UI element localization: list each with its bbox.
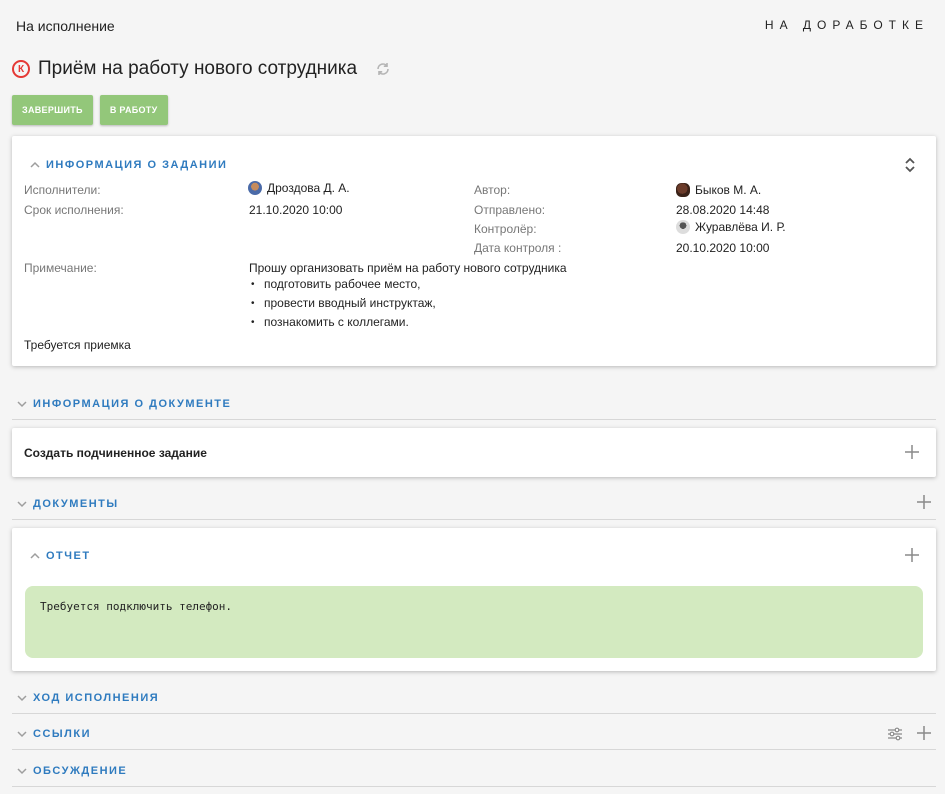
complete-button[interactable]: ЗАВЕРШИТЬ xyxy=(12,95,93,125)
report-message[interactable]: Требуется подключить телефон. xyxy=(25,586,923,658)
documents-section: ДОКУМЕНТЫ xyxy=(12,484,936,520)
author-value[interactable]: Быков М. А. xyxy=(676,183,761,197)
author-label: Автор: xyxy=(474,183,511,197)
note-intro: Прошу организовать приём на работу новог… xyxy=(249,261,567,275)
links-header[interactable]: ССЫЛКИ xyxy=(16,728,91,740)
executors-value[interactable]: Дроздова Д. А. xyxy=(248,181,350,195)
sent-value: 28.08.2020 14:48 xyxy=(676,203,770,217)
create-subtask-label: Создать подчиненное задание xyxy=(24,446,207,460)
author-name: Быков М. А. xyxy=(695,183,762,197)
executor-name: Дроздова Д. А. xyxy=(267,181,350,195)
deadline-label: Срок исполнения: xyxy=(24,203,124,217)
note-list: подготовить рабочее место,провести вводн… xyxy=(250,275,436,332)
task-info-card: ИНФОРМАЦИЯ О ЗАДАНИИ Исполнители: Дроздо… xyxy=(12,136,936,366)
chevron-down-icon xyxy=(17,768,27,775)
links-section: ССЫЛКИ xyxy=(12,714,936,750)
top-bar: На исполнение НА ДОРАБОТКЕ xyxy=(0,0,945,52)
task-page: На исполнение НА ДОРАБОТКЕ К Приём на ра… xyxy=(0,0,945,794)
acceptance-note: Требуется приемка xyxy=(24,338,131,352)
filter-settings-icon[interactable] xyxy=(887,727,903,741)
report-header[interactable]: ОТЧЕТ xyxy=(29,550,91,562)
note-list-wrapper: подготовить рабочее место,провести вводн… xyxy=(250,275,436,332)
author-avatar xyxy=(676,183,690,197)
discussion-title: ОБСУЖДЕНИЕ xyxy=(33,765,128,777)
chevron-down-icon xyxy=(17,501,27,508)
control-date-value: 20.10.2020 10:00 xyxy=(676,241,770,255)
chevron-down-icon xyxy=(17,695,27,702)
chevron-down-icon xyxy=(17,401,27,408)
documents-title: ДОКУМЕНТЫ xyxy=(33,498,119,510)
refresh-icon[interactable] xyxy=(375,61,391,77)
action-buttons: ЗАВЕРШИТЬ В РАБОТУ xyxy=(12,95,168,125)
create-subtask-card[interactable]: Создать подчиненное задание xyxy=(12,428,936,477)
task-info-header[interactable]: ИНФОРМАЦИЯ О ЗАДАНИИ xyxy=(29,159,227,171)
chevron-up-icon xyxy=(30,552,40,559)
progress-header[interactable]: ХОД ИСПОЛНЕНИЯ xyxy=(16,692,159,704)
note-list-item: познакомить с коллегами. xyxy=(251,313,436,332)
note-label: Примечание: xyxy=(24,261,97,275)
note-list-item: подготовить рабочее место, xyxy=(251,275,436,294)
sent-label: Отправлено: xyxy=(474,203,546,217)
deadline-value: 21.10.2020 10:00 xyxy=(249,203,343,217)
progress-title: ХОД ИСПОЛНЕНИЯ xyxy=(33,692,160,704)
discussion-section: ОБСУЖДЕНИЕ xyxy=(12,751,936,787)
note-list-item: провести вводный инструктаж, xyxy=(251,294,436,313)
document-info-header[interactable]: ИНФОРМАЦИЯ О ДОКУМЕНТЕ xyxy=(16,398,231,410)
links-title: ССЫЛКИ xyxy=(33,728,91,740)
chevron-down-icon xyxy=(17,731,27,738)
add-document-plus-icon[interactable] xyxy=(917,495,931,509)
task-info-title: ИНФОРМАЦИЯ О ЗАДАНИИ xyxy=(46,159,228,171)
task-state: На исполнение xyxy=(16,18,115,34)
task-type-badge: К xyxy=(12,60,30,78)
discussion-header[interactable]: ОБСУЖДЕНИЕ xyxy=(16,765,127,777)
controller-avatar xyxy=(676,220,690,234)
executor-avatar xyxy=(248,181,262,195)
add-subtask-plus-icon[interactable] xyxy=(905,445,919,459)
controller-label: Контролёр: xyxy=(474,222,537,236)
progress-section: ХОД ИСПОЛНЕНИЯ xyxy=(12,678,936,714)
report-title: ОТЧЕТ xyxy=(46,550,91,562)
controller-name: Журавлёва И. Р. xyxy=(695,220,786,234)
documents-header[interactable]: ДОКУМЕНТЫ xyxy=(16,498,119,510)
report-text: Требуется подключить телефон. xyxy=(40,600,233,613)
title-row: К Приём на работу нового сотрудника xyxy=(12,56,391,82)
add-report-plus-icon[interactable] xyxy=(905,548,919,562)
executors-label: Исполнители: xyxy=(24,183,101,197)
chevron-up-icon xyxy=(30,161,40,168)
control-date-label: Дата контроля : xyxy=(474,241,562,255)
status-label: НА ДОРАБОТКЕ xyxy=(764,18,929,32)
add-link-plus-icon[interactable] xyxy=(917,726,931,740)
expand-collapse-icon[interactable] xyxy=(904,156,916,174)
document-info-title: ИНФОРМАЦИЯ О ДОКУМЕНТЕ xyxy=(33,398,232,410)
page-title: Приём на работу нового сотрудника xyxy=(38,58,358,79)
report-card: ОТЧЕТ Требуется подключить телефон. xyxy=(12,528,936,671)
in-work-button[interactable]: В РАБОТУ xyxy=(99,95,168,125)
document-info-section: ИНФОРМАЦИЯ О ДОКУМЕНТЕ xyxy=(12,384,936,420)
controller-value[interactable]: Журавлёва И. Р. xyxy=(676,220,786,234)
